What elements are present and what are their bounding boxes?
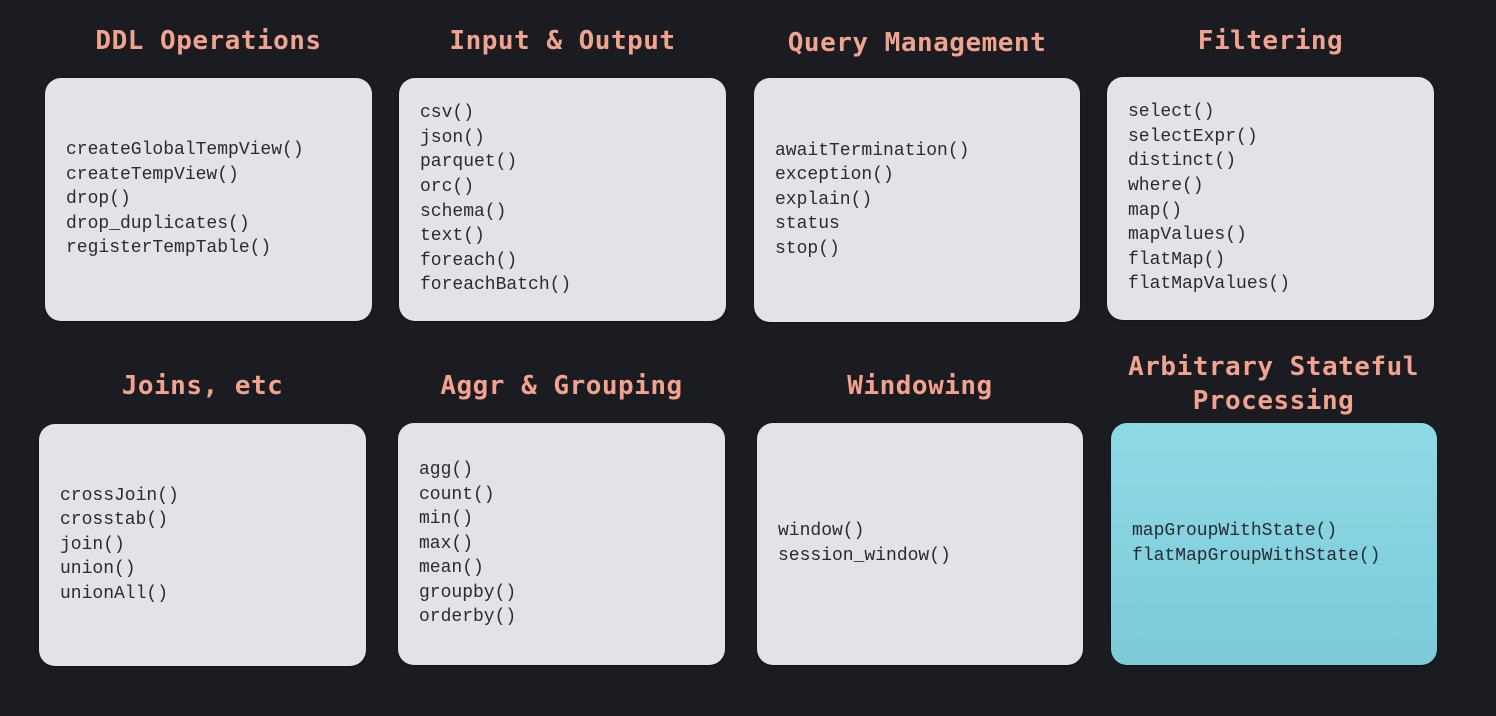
group-title: DDL Operations: [95, 26, 322, 56]
function-item: stop(): [775, 238, 840, 259]
function-item: flatMapGroupWithState(): [1132, 546, 1381, 566]
group-title: Query Management: [787, 28, 1047, 58]
function-item: awaitTermination(): [775, 140, 970, 161]
function-item: where(): [1128, 175, 1204, 196]
function-item: orc(): [420, 176, 475, 197]
function-item: createGlobalTempView(): [66, 140, 304, 161]
function-item: flatMapValues(): [1128, 274, 1291, 295]
function-item: mapGroupWithState(): [1132, 521, 1338, 542]
function-item: csv(): [420, 103, 475, 124]
function-item: flatMap(): [1128, 249, 1226, 270]
function-item: groupby(): [419, 582, 517, 603]
function-item: schema(): [420, 201, 507, 222]
function-item: distinct(): [1128, 151, 1237, 172]
function-card: awaitTermination() exception() explain()…: [754, 78, 1080, 322]
function-item: crosstab(): [60, 510, 169, 531]
function-item: mean(): [419, 558, 484, 579]
function-item: window(): [778, 521, 865, 542]
function-card: agg() count() min() max() mean() groupby…: [398, 423, 725, 665]
function-card: window() session_window(): [757, 423, 1083, 665]
function-card: select() selectExpr() distinct() where()…: [1107, 77, 1434, 320]
function-item: parquet(): [420, 152, 518, 173]
group-title: Arbitrary Stateful Processing: [1128, 352, 1419, 416]
group-title: Windowing: [847, 371, 993, 401]
function-item: unionAll(): [60, 583, 169, 604]
function-item: join(): [60, 534, 125, 555]
group-title: Joins, etc: [121, 371, 284, 401]
function-item: drop(): [66, 189, 131, 210]
function-item: mapValues(): [1128, 225, 1247, 246]
function-item: foreachBatch(): [420, 275, 572, 296]
function-item: select(): [1128, 102, 1215, 123]
function-item: agg(): [419, 459, 474, 480]
function-item: json(): [420, 127, 485, 148]
function-item: exception(): [775, 165, 894, 186]
function-item: createTempView(): [66, 164, 239, 185]
function-item: session_window(): [778, 546, 951, 566]
function-card: crossJoin() crosstab() join() union() un…: [39, 424, 366, 666]
function-item: union(): [60, 559, 136, 580]
function-card-highlighted: mapGroupWithState() flatMapGroupWithStat…: [1111, 423, 1437, 665]
function-item: status: [775, 214, 840, 235]
function-item: explain(): [775, 189, 873, 210]
function-item: text(): [420, 226, 485, 247]
function-card: csv() json() parquet() orc() schema() te…: [399, 78, 726, 321]
function-item: max(): [419, 533, 474, 554]
function-item: registerTempTable(): [66, 238, 272, 259]
function-item: min(): [419, 509, 474, 530]
function-item: crossJoin(): [60, 485, 179, 506]
group-title: Aggr & Grouping: [440, 371, 683, 401]
function-item: orderby(): [419, 607, 517, 628]
function-item: selectExpr(): [1128, 126, 1258, 147]
group-title: Input & Output: [449, 26, 676, 56]
function-item: count(): [419, 484, 495, 505]
function-item: drop_duplicates(): [66, 213, 250, 234]
function-item: map(): [1128, 200, 1183, 221]
function-card: createGlobalTempView() createTempView() …: [45, 78, 372, 321]
group-title: Filtering: [1197, 26, 1344, 56]
function-item: foreach(): [420, 250, 518, 271]
